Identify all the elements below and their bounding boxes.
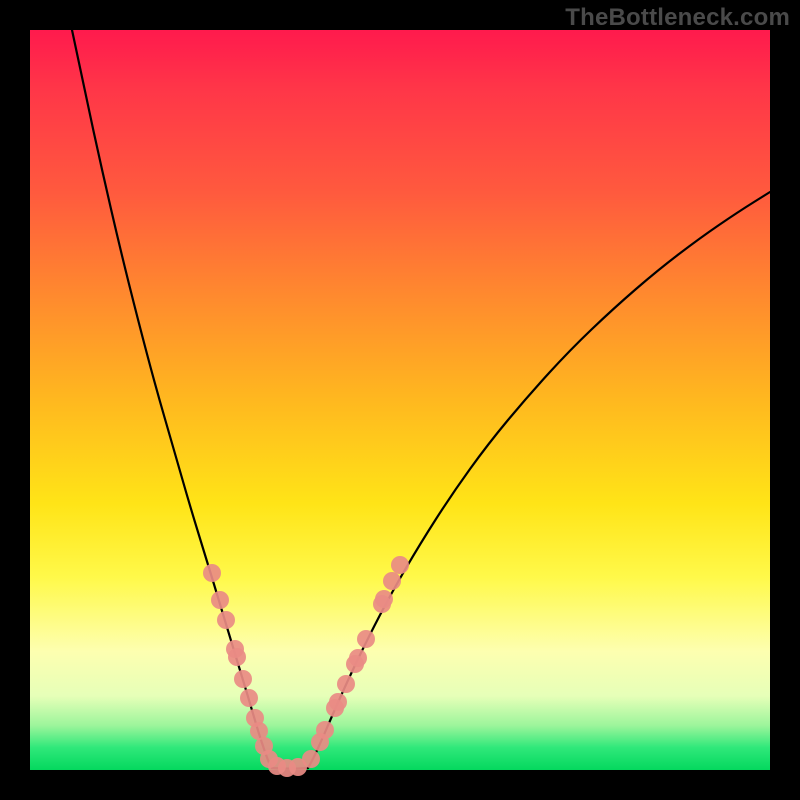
marker-dot	[375, 590, 393, 608]
marker-dot	[211, 591, 229, 609]
marker-dot	[337, 675, 355, 693]
marker-dot	[329, 693, 347, 711]
marker-dot	[302, 750, 320, 768]
marker-dot	[217, 611, 235, 629]
marker-dot	[391, 556, 409, 574]
marker-dot	[234, 670, 252, 688]
marker-dot	[383, 572, 401, 590]
marker-dot	[228, 648, 246, 666]
curve-svg	[30, 30, 770, 770]
chart-frame: TheBottleneck.com	[0, 0, 800, 800]
marker-dot	[203, 564, 221, 582]
plot-area	[30, 30, 770, 770]
right-branch-path	[308, 192, 770, 768]
marker-dot	[357, 630, 375, 648]
bottleneck-curve	[72, 30, 770, 769]
marker-dot	[240, 689, 258, 707]
marker-dots	[203, 556, 409, 777]
marker-dot	[316, 721, 334, 739]
marker-dot	[349, 649, 367, 667]
watermark-text: TheBottleneck.com	[565, 4, 790, 32]
